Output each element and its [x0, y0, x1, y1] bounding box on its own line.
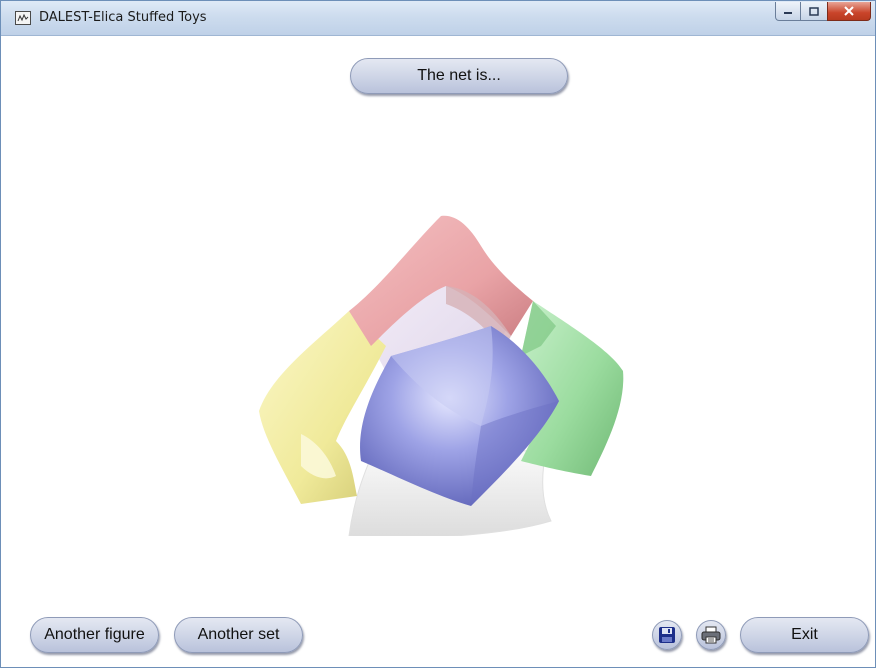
another-set-button[interactable]: Another set	[174, 617, 303, 653]
exit-button[interactable]: Exit	[740, 617, 869, 653]
window-title: DALEST-Elica Stuffed Toys	[39, 10, 207, 25]
maximize-button[interactable]	[800, 2, 828, 21]
floppy-disk-icon[interactable]	[652, 620, 682, 650]
app-window: DALEST-Elica Stuffed Toys The net is...	[0, 0, 876, 668]
stuffed-toy-3d-view[interactable]	[241, 176, 641, 536]
another-figure-button[interactable]: Another figure	[30, 617, 159, 653]
minimize-button[interactable]	[775, 2, 801, 21]
caption-buttons	[775, 2, 871, 22]
client-area: The net is... Another figure Another set…	[1, 36, 875, 667]
title-bar: DALEST-Elica Stuffed Toys	[1, 1, 875, 36]
the-net-is-button[interactable]: The net is...	[350, 58, 568, 94]
printer-icon[interactable]	[696, 620, 726, 650]
app-icon	[15, 11, 31, 25]
close-button[interactable]	[827, 2, 871, 21]
